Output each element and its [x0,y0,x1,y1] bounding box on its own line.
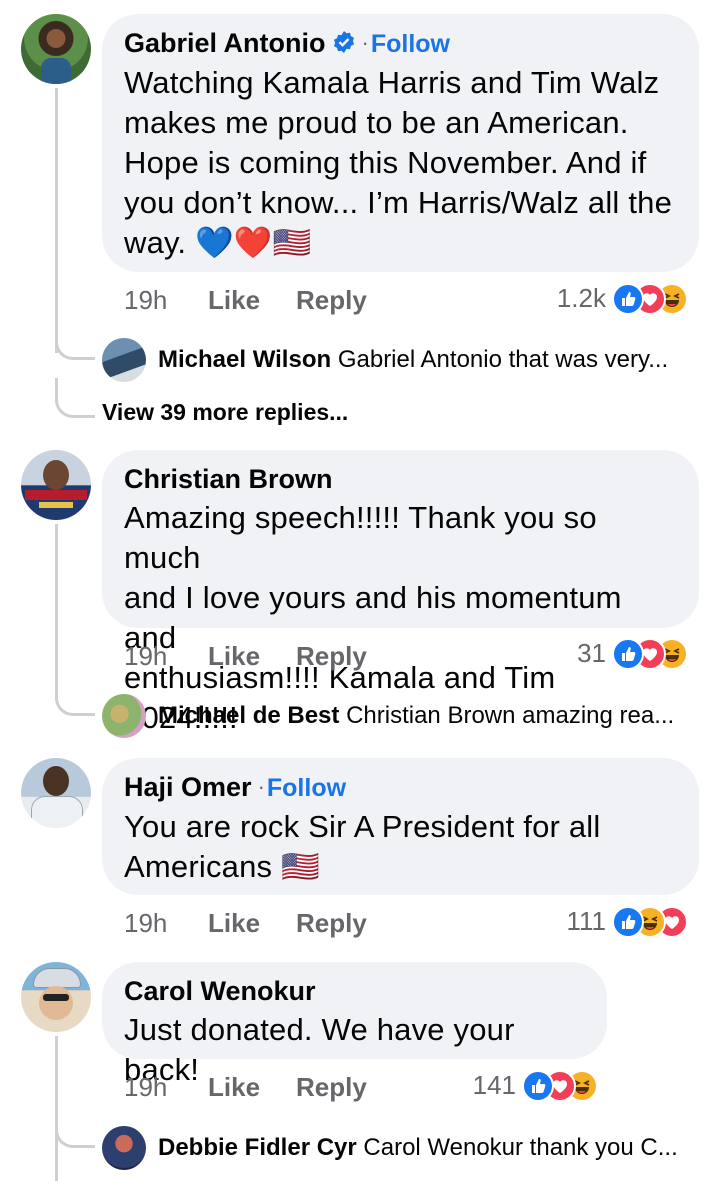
verified-badge-icon [332,30,356,59]
avatar[interactable] [102,694,146,738]
reply-preview[interactable]: Michael de Best Christian Brown amazing … [158,702,674,730]
comment-line: Watching Kamala Harris and Tim Walz [124,65,660,100]
like-button[interactable]: Like [208,908,260,939]
avatar[interactable] [21,758,91,828]
reply-author[interactable]: Michael Wilson [158,346,331,373]
comment-bubble: Christian Brown Amazing speech!!!!! Than… [102,450,699,735]
comment-line: Amazing speech!!!!! Thank you so much [124,500,597,575]
like-button[interactable]: Like [208,285,260,316]
comment-line: you don’t know... I’m Harris/Walz all th… [124,185,673,220]
reply-preview[interactable]: Michael Wilson Gabriel Antonio that was … [158,346,668,374]
thread-connector [55,320,95,360]
comment-author[interactable]: Gabriel Antonio [124,28,326,58]
comment-line: makes me proud to be an American. [124,105,629,140]
comment-line: way. 💙❤️🇺🇸 [124,225,312,260]
reply-button[interactable]: Reply [296,1072,367,1103]
reaction-count[interactable]: 111 [510,906,606,937]
thread-connector [55,676,95,716]
reply-text: Gabriel Antonio that was very... [337,346,669,373]
comment-bubble: Gabriel Antonio ·Follow Watching Kamala … [102,14,699,272]
reply-author[interactable]: Michael de Best [158,702,339,729]
separator-dot: · [361,30,369,55]
reply-button[interactable]: Reply [296,641,367,672]
reaction-count[interactable]: 141 [420,1070,516,1101]
thread-connector [55,378,95,418]
comment-time[interactable]: 19h [124,641,167,672]
avatar[interactable] [21,14,91,84]
comment-time[interactable]: 19h [124,1072,167,1103]
comment-time[interactable]: 19h [124,908,167,939]
comment-author[interactable]: Carol Wenokur [124,976,316,1006]
like-button[interactable]: Like [208,641,260,672]
comment-author[interactable]: Christian Brown [124,464,333,494]
comment-text: You are rock Sir A President for all Ame… [124,807,677,887]
like-button[interactable]: Like [208,1072,260,1103]
reply-preview[interactable]: Debbie Fidler Cyr Carol Wenokur thank yo… [158,1134,678,1162]
reply-button[interactable]: Reply [296,285,367,316]
follow-button[interactable]: Follow [371,30,450,58]
avatar[interactable] [102,1126,146,1170]
view-more-replies-link[interactable]: View 39 more replies... [102,399,348,426]
comment-time[interactable]: 19h [124,285,167,316]
reply-author[interactable]: Debbie Fidler Cyr [158,1134,357,1161]
comment-line: Hope is coming this November. And if [124,145,647,180]
like-icon [612,906,644,938]
comment-line: Americans 🇺🇸 [124,849,320,884]
like-icon [612,638,644,670]
avatar[interactable] [102,338,146,382]
comment-bubble: Carol Wenokur Just donated. We have your… [102,962,607,1087]
thread-line [55,524,58,690]
reactions[interactable] [612,283,702,315]
reactions[interactable] [612,638,702,670]
reaction-count[interactable]: 1.2k [510,283,606,314]
comment-line: You are rock Sir A President for all [124,809,601,844]
like-icon [612,283,644,315]
reply-text: Carol Wenokur thank you C... [363,1134,678,1161]
like-icon [522,1070,554,1102]
comment-text: Watching Kamala Harris and Tim Walz make… [124,63,677,263]
reactions[interactable] [522,1070,612,1102]
reaction-count[interactable]: 31 [510,638,606,669]
avatar[interactable] [21,962,91,1032]
avatar[interactable] [21,450,91,520]
comment-author[interactable]: Haji Omer [124,772,252,802]
thread-line [55,88,58,353]
reply-text: Christian Brown amazing rea... [346,702,675,729]
reply-button[interactable]: Reply [296,908,367,939]
thread-connector [55,1108,95,1148]
comment-bubble: Haji Omer ·Follow You are rock Sir A Pres… [102,758,699,895]
separator-dot: · [257,774,265,799]
reactions[interactable] [612,906,702,938]
follow-button[interactable]: Follow [267,774,346,802]
